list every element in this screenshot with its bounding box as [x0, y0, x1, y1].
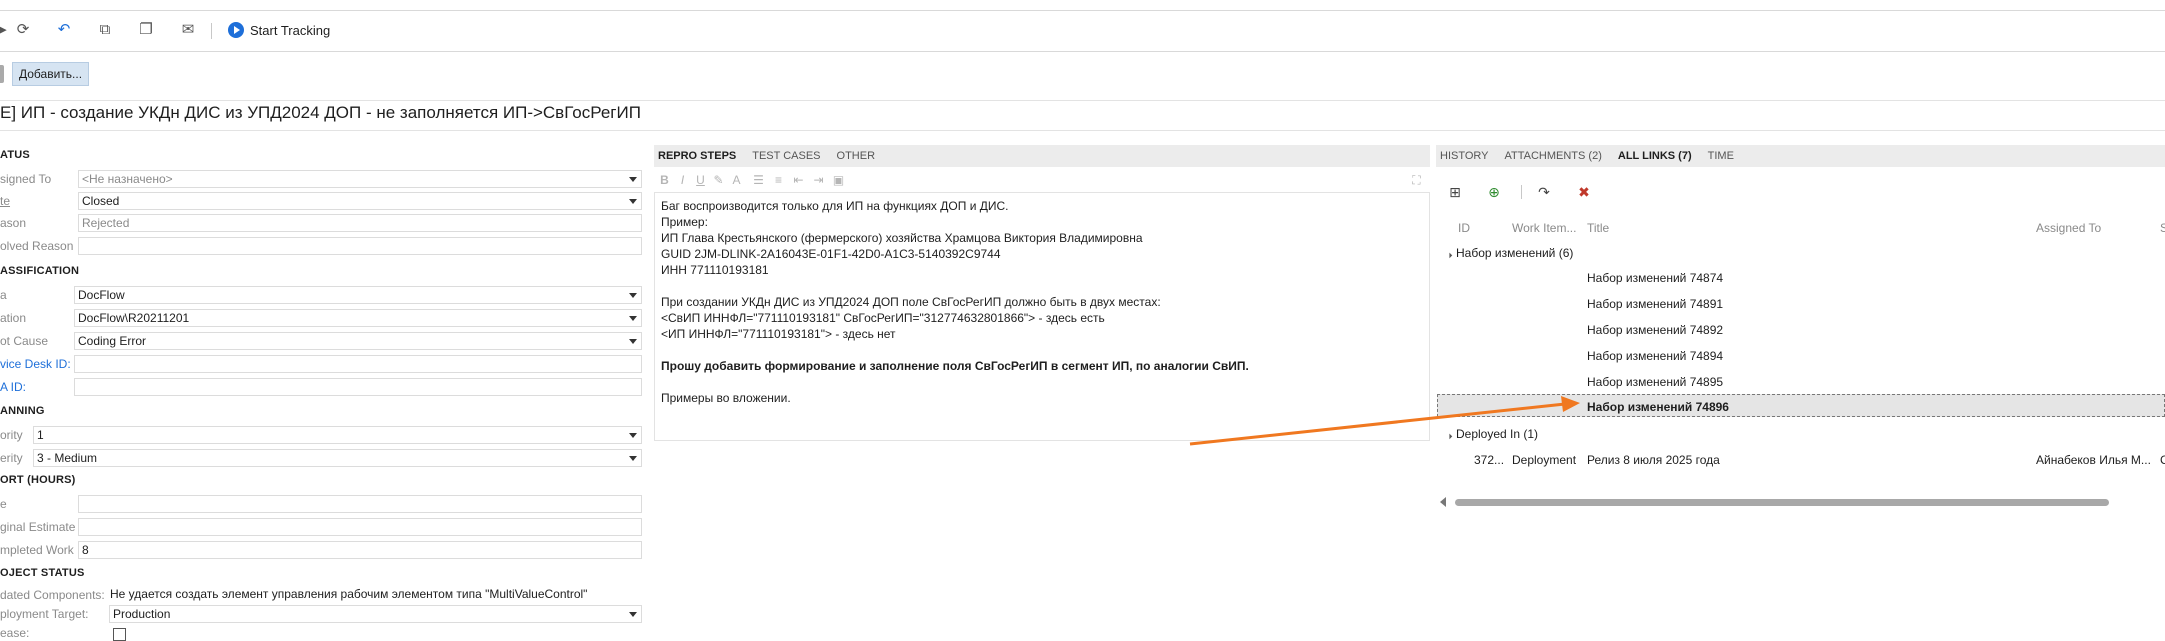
arrow-line — [1189, 402, 1566, 446]
arrow-head — [1561, 396, 1580, 412]
annotation-arrow — [1189, 396, 1580, 446]
